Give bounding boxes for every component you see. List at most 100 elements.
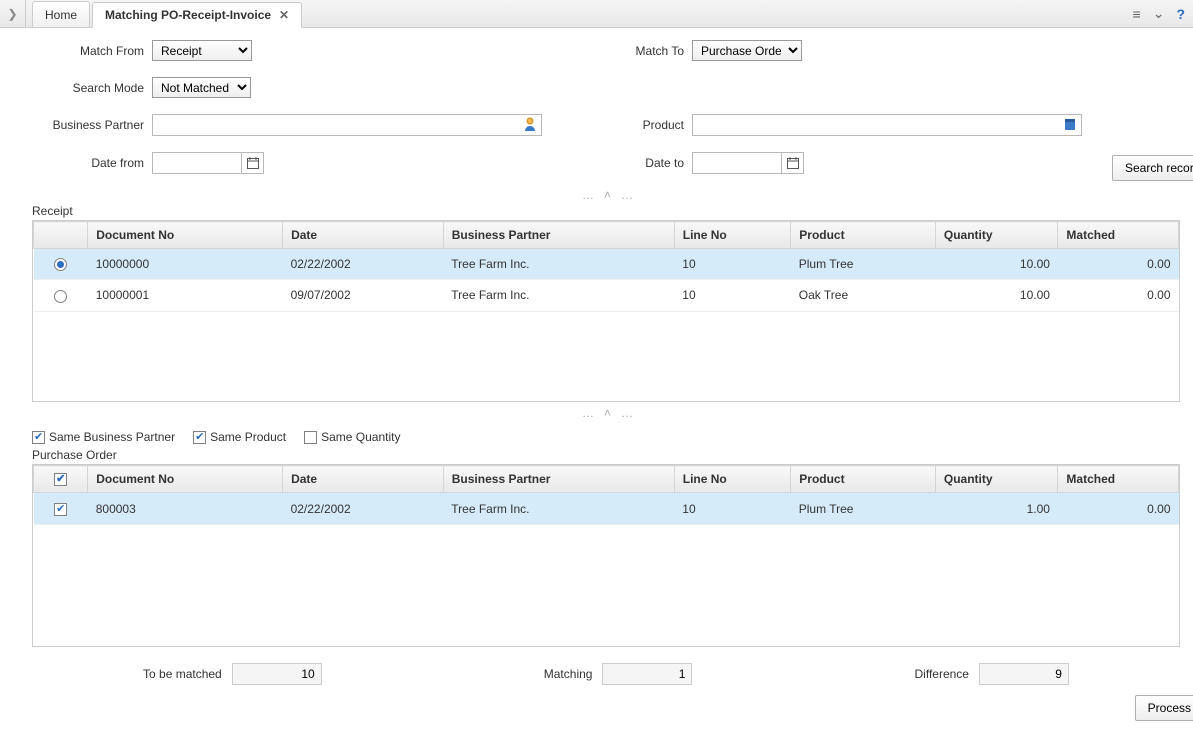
cell-date: 02/22/2002 bbox=[283, 493, 444, 524]
difference-label: Difference bbox=[915, 667, 969, 681]
receipt-grid: Document No Date Business Partner Line N… bbox=[32, 220, 1180, 402]
checkbox-label: Same Business Partner bbox=[49, 430, 175, 444]
splitter-up-icon[interactable]: ˄ bbox=[604, 406, 611, 420]
splitter-dots-icon[interactable]: … bbox=[621, 406, 633, 420]
matching-value bbox=[602, 663, 692, 685]
cell-doc: 10000000 bbox=[88, 249, 283, 280]
col-date[interactable]: Date bbox=[283, 466, 444, 493]
row-radio[interactable] bbox=[54, 290, 67, 303]
tab-label: Matching PO-Receipt-Invoice bbox=[105, 8, 271, 22]
cell-doc: 10000001 bbox=[88, 280, 283, 311]
cell-line: 10 bbox=[674, 280, 791, 311]
search-mode-label: Search Mode bbox=[32, 81, 152, 95]
cell-bp: Tree Farm Inc. bbox=[443, 280, 674, 311]
match-from-label: Match From bbox=[32, 44, 152, 58]
cell-product: Oak Tree bbox=[791, 280, 936, 311]
splitter-dots-icon[interactable]: … bbox=[621, 188, 633, 202]
close-icon[interactable]: ✕ bbox=[279, 8, 289, 22]
product-icon[interactable] bbox=[1059, 117, 1081, 134]
checkbox-label: Same Quantity bbox=[321, 430, 400, 444]
date-to-label: Date to bbox=[572, 156, 692, 170]
cell-qty: 1.00 bbox=[935, 493, 1058, 524]
same-product-checkbox[interactable]: Same Product bbox=[193, 430, 286, 444]
table-row[interactable]: 800003 02/22/2002 Tree Farm Inc. 10 Plum… bbox=[34, 493, 1179, 524]
checkbox-icon bbox=[304, 431, 317, 444]
to-be-matched-label: To be matched bbox=[143, 667, 222, 681]
col-line-no[interactable]: Line No bbox=[674, 466, 791, 493]
cell-date: 02/22/2002 bbox=[283, 249, 444, 280]
col-quantity[interactable]: Quantity bbox=[935, 466, 1058, 493]
col-product[interactable]: Product bbox=[791, 222, 936, 249]
product-label: Product bbox=[572, 118, 692, 132]
sidebar-expand-icon[interactable]: ❯ bbox=[0, 0, 26, 27]
tab-matching[interactable]: Matching PO-Receipt-Invoice ✕ bbox=[92, 2, 302, 28]
col-quantity[interactable]: Quantity bbox=[935, 222, 1058, 249]
date-from-label: Date from bbox=[32, 156, 152, 170]
select-all-checkbox[interactable] bbox=[34, 466, 88, 493]
same-quantity-checkbox[interactable]: Same Quantity bbox=[304, 430, 400, 444]
cell-product: Plum Tree bbox=[791, 493, 936, 524]
splitter-dots-icon[interactable]: … bbox=[582, 406, 594, 420]
col-matched[interactable]: Matched bbox=[1058, 222, 1179, 249]
col-bpartner[interactable]: Business Partner bbox=[443, 466, 674, 493]
calendar-icon[interactable] bbox=[782, 152, 804, 174]
col-bpartner[interactable]: Business Partner bbox=[443, 222, 674, 249]
process-button[interactable]: Process bbox=[1135, 695, 1193, 721]
splitter-up-icon[interactable]: ˄ bbox=[604, 188, 611, 202]
col-line-no[interactable]: Line No bbox=[674, 222, 791, 249]
bpartner-label: Business Partner bbox=[32, 118, 152, 132]
match-to-label: Match To bbox=[572, 44, 692, 58]
po-section-title: Purchase Order bbox=[32, 448, 1183, 462]
cell-qty: 10.00 bbox=[935, 280, 1058, 311]
cell-doc: 800003 bbox=[88, 493, 283, 524]
cell-line: 10 bbox=[674, 249, 791, 280]
tab-label: Home bbox=[45, 8, 77, 22]
product-input[interactable] bbox=[693, 116, 1059, 134]
cell-product: Plum Tree bbox=[791, 249, 936, 280]
cell-bp: Tree Farm Inc. bbox=[443, 493, 674, 524]
splitter-top: … ˄ … bbox=[32, 188, 1183, 202]
match-to-select[interactable]: Purchase Order bbox=[692, 40, 802, 61]
row-checkbox[interactable] bbox=[54, 503, 67, 516]
cell-date: 09/07/2002 bbox=[283, 280, 444, 311]
receipt-section-title: Receipt bbox=[32, 204, 1183, 218]
col-matched[interactable]: Matched bbox=[1058, 466, 1179, 493]
chevron-down-icon[interactable]: ⌄ bbox=[1153, 5, 1165, 22]
cell-qty: 10.00 bbox=[935, 249, 1058, 280]
to-be-matched-value bbox=[232, 663, 322, 685]
col-product[interactable]: Product bbox=[791, 466, 936, 493]
matching-label: Matching bbox=[544, 667, 593, 681]
select-header bbox=[34, 222, 88, 249]
search-records-button[interactable]: Search records bbox=[1112, 155, 1193, 181]
difference-value bbox=[979, 663, 1069, 685]
calendar-icon[interactable] bbox=[242, 152, 264, 174]
checkbox-icon bbox=[32, 431, 45, 444]
table-row[interactable]: 10000001 09/07/2002 Tree Farm Inc. 10 Oa… bbox=[34, 280, 1179, 311]
splitter-dots-icon[interactable]: … bbox=[582, 188, 594, 202]
row-radio[interactable] bbox=[54, 258, 67, 271]
col-document-no[interactable]: Document No bbox=[88, 466, 283, 493]
date-to-input[interactable] bbox=[692, 152, 782, 174]
checkbox-icon bbox=[193, 431, 206, 444]
cell-line: 10 bbox=[674, 493, 791, 524]
po-grid: Document No Date Business Partner Line N… bbox=[32, 464, 1180, 647]
col-document-no[interactable]: Document No bbox=[88, 222, 283, 249]
help-icon[interactable]: ? bbox=[1176, 6, 1185, 22]
search-mode-select[interactable]: Not Matched bbox=[152, 77, 251, 98]
bpartner-icon[interactable] bbox=[519, 117, 541, 134]
cell-matched: 0.00 bbox=[1058, 280, 1179, 311]
tab-home[interactable]: Home bbox=[32, 1, 90, 27]
cell-matched: 0.00 bbox=[1058, 493, 1179, 524]
match-from-select[interactable]: Receipt bbox=[152, 40, 252, 61]
cell-matched: 0.00 bbox=[1058, 249, 1179, 280]
bpartner-input-wrap bbox=[152, 114, 542, 136]
date-from-input[interactable] bbox=[152, 152, 242, 174]
product-input-wrap bbox=[692, 114, 1082, 136]
menu-icon[interactable]: ≡ bbox=[1133, 6, 1141, 22]
checkbox-icon bbox=[54, 473, 67, 486]
checkbox-label: Same Product bbox=[210, 430, 286, 444]
table-row[interactable]: 10000000 02/22/2002 Tree Farm Inc. 10 Pl… bbox=[34, 249, 1179, 280]
col-date[interactable]: Date bbox=[283, 222, 444, 249]
bpartner-input[interactable] bbox=[153, 116, 519, 134]
same-bpartner-checkbox[interactable]: Same Business Partner bbox=[32, 430, 175, 444]
